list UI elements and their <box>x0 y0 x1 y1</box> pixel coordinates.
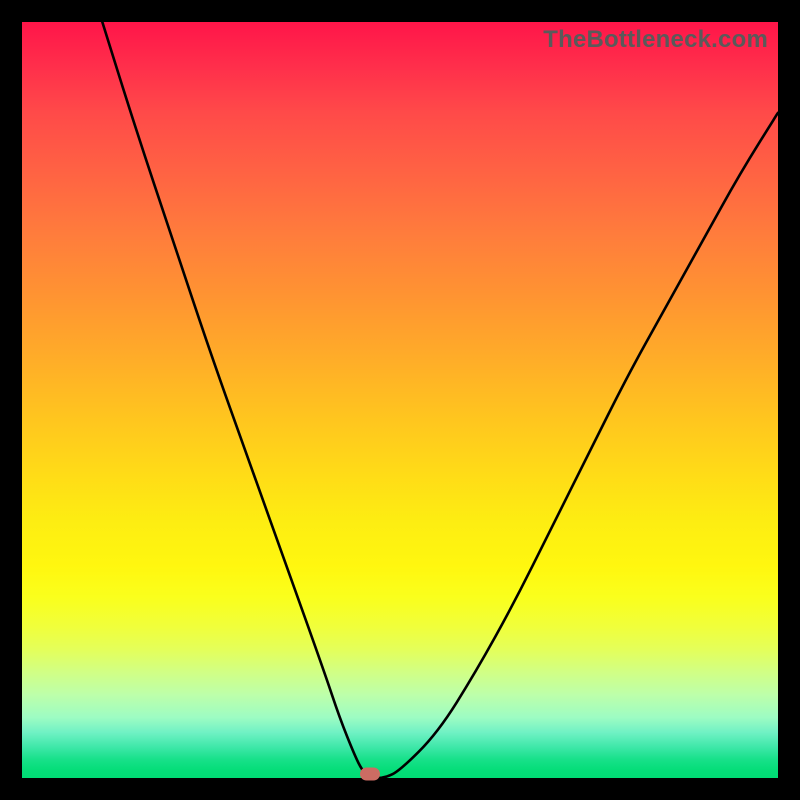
optimal-point-marker <box>360 768 380 781</box>
chart-frame: TheBottleneck.com <box>0 0 800 800</box>
chart-plot-area: TheBottleneck.com <box>22 22 778 778</box>
bottleneck-curve <box>22 22 778 778</box>
